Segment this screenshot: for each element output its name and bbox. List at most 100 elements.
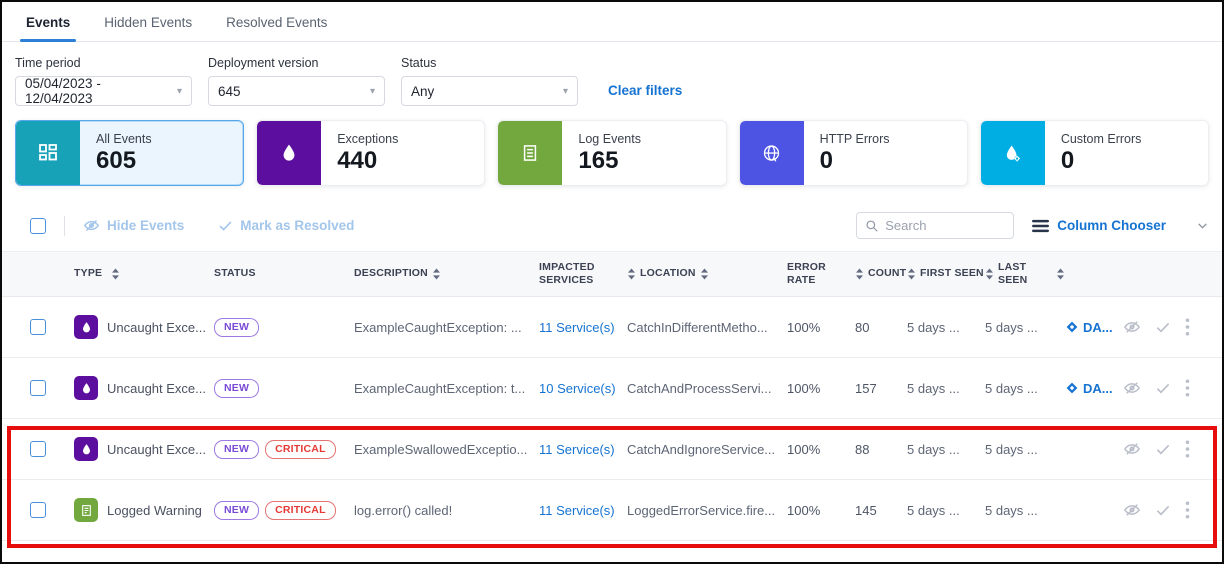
header-type[interactable]: TYPE (74, 267, 214, 280)
kebab-menu-icon[interactable] (1185, 501, 1190, 519)
row-checkbox[interactable] (30, 319, 46, 335)
deployment-version-label: Deployment version (208, 56, 385, 70)
header-error-rate-label: ERROR RATE (787, 261, 825, 287)
sort-icon[interactable] (627, 268, 636, 280)
check-icon[interactable] (1155, 380, 1171, 396)
search-icon (865, 219, 879, 233)
time-period-select[interactable]: 05/04/2023 - 12/04/2023 ▾ (15, 76, 192, 106)
check-icon[interactable] (1155, 502, 1171, 518)
chevron-down-icon: ▾ (563, 86, 568, 97)
clear-filters-link[interactable]: Clear filters (608, 83, 682, 98)
event-count: 157 (855, 381, 907, 396)
last-seen: 5 days ... (985, 381, 1065, 396)
header-count-label: COUNT (868, 267, 906, 280)
event-location: CatchAndProcessServi... (627, 381, 787, 396)
first-seen: 5 days ... (907, 442, 985, 457)
exception-flame-icon (74, 315, 98, 339)
kebab-menu-icon[interactable] (1185, 318, 1190, 336)
header-description[interactable]: DESCRIPTION (354, 267, 539, 280)
events-dashboard: Events Hidden Events Resolved Events Tim… (0, 0, 1224, 564)
impacted-services-link[interactable]: 11 Service(s) (539, 442, 615, 457)
deployment-tag[interactable]: DA... (1083, 381, 1113, 396)
header-last-seen-label: LAST SEEN (998, 261, 1052, 287)
search-input[interactable] (885, 218, 1005, 233)
header-impacted-services[interactable]: IMPACTED SERVICES (539, 261, 627, 287)
deployment-version-select[interactable]: 645 ▾ (208, 76, 385, 106)
tab-hidden-events[interactable]: Hidden Events (104, 15, 192, 41)
hide-events-button[interactable]: Hide Events (83, 217, 184, 234)
status-select[interactable]: Any ▾ (401, 76, 578, 106)
event-count: 145 (855, 503, 907, 518)
event-location: CatchInDifferentMetho... (627, 320, 787, 335)
status-badge-new: NEW (214, 501, 259, 520)
check-icon[interactable] (1155, 319, 1171, 335)
select-all-checkbox[interactable] (30, 218, 46, 234)
header-location[interactable]: LOCATION (627, 267, 787, 280)
column-chooser-label: Column Chooser (1057, 218, 1166, 233)
header-count[interactable]: COUNT (855, 267, 907, 280)
card-exceptions[interactable]: Exceptions 440 (256, 120, 485, 186)
event-count: 80 (855, 320, 907, 335)
header-description-label: DESCRIPTION (354, 267, 428, 280)
deployment-version-value: 645 (218, 84, 241, 99)
header-last-seen[interactable]: LAST SEEN (985, 261, 1065, 287)
eye-off-icon[interactable] (1123, 501, 1141, 519)
card-log-events[interactable]: Log Events 165 (497, 120, 726, 186)
eye-off-icon[interactable] (1123, 440, 1141, 458)
first-seen: 5 days ... (907, 503, 985, 518)
event-description: log.error() called! (354, 503, 539, 518)
impacted-services-link[interactable]: 11 Service(s) (539, 320, 615, 335)
header-status-label: STATUS (214, 267, 256, 280)
row-checkbox[interactable] (30, 502, 46, 518)
event-description: ExampleSwallowedExceptio... (354, 442, 539, 457)
card-http-errors[interactable]: HTTP Errors 0 (739, 120, 968, 186)
sort-icon[interactable] (907, 268, 916, 280)
table-header: TYPE STATUS DESCRIPTION IMPACTED SERVICE… (2, 251, 1222, 297)
flame-icon (257, 121, 321, 185)
status-label: Status (401, 56, 578, 70)
impacted-services-link[interactable]: 11 Service(s) (539, 503, 615, 518)
check-icon[interactable] (1155, 441, 1171, 457)
sort-icon[interactable] (855, 268, 864, 280)
tab-events[interactable]: Events (26, 15, 70, 41)
row-checkbox[interactable] (30, 441, 46, 457)
eye-off-icon[interactable] (1123, 379, 1141, 397)
eye-off-icon[interactable] (1123, 318, 1141, 336)
card-custom-errors[interactable]: Custom Errors 0 (980, 120, 1209, 186)
card-label: Log Events (578, 132, 641, 146)
diamond-icon (1065, 381, 1079, 395)
sort-icon[interactable] (700, 268, 709, 280)
card-value: 0 (1061, 148, 1142, 173)
header-status[interactable]: STATUS (214, 267, 354, 280)
search-box (856, 212, 1014, 239)
row-checkbox[interactable] (30, 380, 46, 396)
header-error-rate[interactable]: ERROR RATE (787, 261, 855, 287)
exception-flame-icon (74, 437, 98, 461)
time-period-value: 05/04/2023 - 12/04/2023 (25, 76, 171, 106)
error-rate: 100% (787, 381, 855, 396)
event-count: 88 (855, 442, 907, 457)
sort-icon[interactable] (985, 268, 994, 280)
kebab-menu-icon[interactable] (1185, 379, 1190, 397)
kebab-menu-icon[interactable] (1185, 440, 1190, 458)
chevron-down-icon: ▾ (177, 86, 182, 97)
chevron-down-icon: ▾ (370, 86, 375, 97)
collapse-chevron-icon[interactable] (1196, 219, 1209, 232)
sort-icon[interactable] (111, 268, 120, 280)
last-seen: 5 days ... (985, 442, 1065, 457)
sort-icon[interactable] (1056, 268, 1065, 280)
time-period-label: Time period (15, 56, 192, 70)
header-first-seen[interactable]: FIRST SEEN (907, 267, 985, 280)
column-chooser-button[interactable]: Column Chooser (1032, 218, 1166, 233)
status-badge-critical: CRITICAL (265, 501, 336, 520)
sort-icon[interactable] (432, 268, 441, 280)
impacted-services-link[interactable]: 10 Service(s) (539, 381, 616, 396)
error-rate: 100% (787, 320, 855, 335)
mark-as-resolved-button[interactable]: Mark as Resolved (218, 218, 354, 233)
card-all-events[interactable]: All Events 605 (15, 120, 244, 186)
last-seen: 5 days ... (985, 320, 1065, 335)
toolbar-divider (64, 216, 65, 236)
card-label: All Events (96, 132, 152, 146)
deployment-tag[interactable]: DA... (1083, 320, 1113, 335)
tab-resolved-events[interactable]: Resolved Events (226, 15, 327, 41)
